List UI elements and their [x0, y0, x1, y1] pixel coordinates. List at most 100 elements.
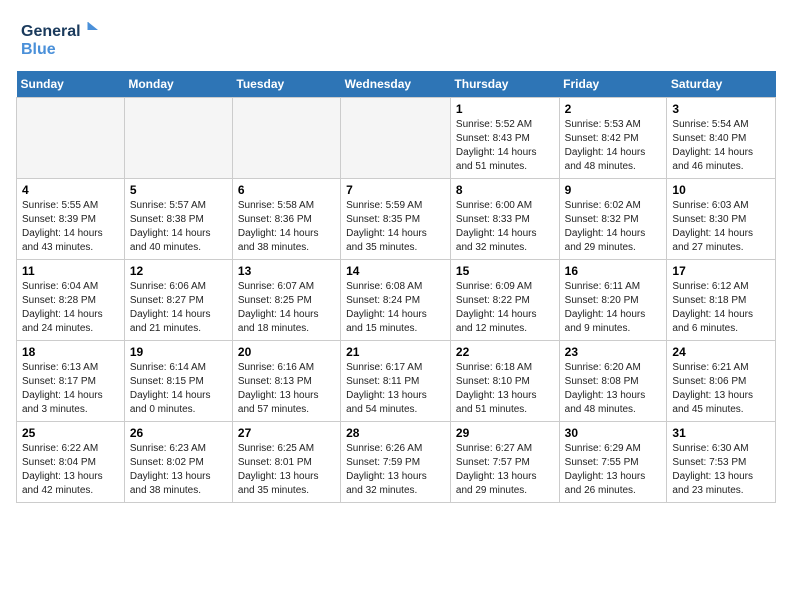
day-number: 29	[456, 426, 554, 440]
calendar-cell: 1Sunrise: 5:52 AM Sunset: 8:43 PM Daylig…	[450, 98, 559, 179]
logo: General Blue	[16, 16, 106, 61]
day-info: Sunrise: 6:23 AM Sunset: 8:02 PM Dayligh…	[130, 442, 227, 498]
day-info: Sunrise: 6:18 AM Sunset: 8:10 PM Dayligh…	[456, 361, 554, 417]
day-number: 24	[672, 345, 770, 359]
day-info: Sunrise: 6:04 AM Sunset: 8:28 PM Dayligh…	[22, 280, 119, 336]
calendar-cell	[124, 98, 232, 179]
day-number: 17	[672, 264, 770, 278]
day-number: 23	[565, 345, 662, 359]
week-row-4: 18 Sunrise: 6:13 AM Sunset: 8:17 PM Dayli…	[17, 341, 776, 422]
day-info: Sunrise: 6:00 AM Sunset: 8:33 PM Dayligh…	[456, 199, 554, 255]
calendar-cell: 25 Sunrise: 6:22 AM Sunset: 8:04 PM Dayli…	[17, 422, 125, 503]
day-info: Sunrise: 6:12 AM Sunset: 8:18 PM Dayligh…	[672, 280, 770, 336]
calendar-cell: 15 Sunrise: 6:09 AM Sunset: 8:22 PM Dayli…	[450, 260, 559, 341]
calendar-cell: 7 Sunrise: 5:59 AM Sunset: 8:35 PM Daylig…	[341, 179, 451, 260]
day-number: 10	[672, 183, 770, 197]
day-number: 30	[565, 426, 662, 440]
day-info: Sunrise: 6:22 AM Sunset: 8:04 PM Dayligh…	[22, 442, 119, 498]
day-info: Sunrise: 5:53 AM Sunset: 8:42 PM Dayligh…	[565, 118, 662, 174]
calendar-cell: 28 Sunrise: 6:26 AM Sunset: 7:59 PM Dayli…	[341, 422, 451, 503]
calendar-cell: 6 Sunrise: 5:58 AM Sunset: 8:36 PM Daylig…	[232, 179, 340, 260]
day-number: 28	[346, 426, 445, 440]
header-cell-tuesday: Tuesday	[232, 71, 340, 98]
calendar-cell: 21 Sunrise: 6:17 AM Sunset: 8:11 PM Dayli…	[341, 341, 451, 422]
day-number: 20	[238, 345, 335, 359]
day-info: Sunrise: 6:11 AM Sunset: 8:20 PM Dayligh…	[565, 280, 662, 336]
header-cell-friday: Friday	[559, 71, 667, 98]
calendar-cell: 30 Sunrise: 6:29 AM Sunset: 7:55 PM Dayli…	[559, 422, 667, 503]
header-cell-wednesday: Wednesday	[341, 71, 451, 98]
calendar-cell: 29 Sunrise: 6:27 AM Sunset: 7:57 PM Dayli…	[450, 422, 559, 503]
day-info: Sunrise: 6:09 AM Sunset: 8:22 PM Dayligh…	[456, 280, 554, 336]
calendar-cell: 14Sunrise: 6:08 AM Sunset: 8:24 PM Dayli…	[341, 260, 451, 341]
day-number: 16	[565, 264, 662, 278]
day-info: Sunrise: 5:55 AM Sunset: 8:39 PM Dayligh…	[22, 199, 119, 255]
header-cell-sunday: Sunday	[17, 71, 125, 98]
calendar-cell: 8 Sunrise: 6:00 AM Sunset: 8:33 PM Daylig…	[450, 179, 559, 260]
day-info: Sunrise: 5:54 AM Sunset: 8:40 PM Dayligh…	[672, 118, 770, 174]
day-number: 19	[130, 345, 227, 359]
calendar-cell	[232, 98, 340, 179]
day-info: Sunrise: 6:17 AM Sunset: 8:11 PM Dayligh…	[346, 361, 445, 417]
calendar-cell: 19 Sunrise: 6:14 AM Sunset: 8:15 PM Dayli…	[124, 341, 232, 422]
svg-text:Blue: Blue	[21, 41, 56, 58]
day-number: 3	[672, 102, 770, 116]
calendar-cell: 22 Sunrise: 6:18 AM Sunset: 8:10 PM Dayli…	[450, 341, 559, 422]
day-number: 4	[22, 183, 119, 197]
calendar-cell: 12Sunrise: 6:06 AM Sunset: 8:27 PM Dayli…	[124, 260, 232, 341]
calendar-cell	[341, 98, 451, 179]
calendar-cell: 9 Sunrise: 6:02 AM Sunset: 8:32 PM Daylig…	[559, 179, 667, 260]
day-info: Sunrise: 6:02 AM Sunset: 8:32 PM Dayligh…	[565, 199, 662, 255]
header-cell-saturday: Saturday	[667, 71, 776, 98]
week-row-3: 11Sunrise: 6:04 AM Sunset: 8:28 PM Dayli…	[17, 260, 776, 341]
calendar-cell: 18 Sunrise: 6:13 AM Sunset: 8:17 PM Dayli…	[17, 341, 125, 422]
day-number: 27	[238, 426, 335, 440]
day-info: Sunrise: 6:25 AM Sunset: 8:01 PM Dayligh…	[238, 442, 335, 498]
day-number: 7	[346, 183, 445, 197]
day-info: Sunrise: 5:52 AM Sunset: 8:43 PM Dayligh…	[456, 118, 554, 174]
day-number: 15	[456, 264, 554, 278]
day-number: 6	[238, 183, 335, 197]
day-number: 18	[22, 345, 119, 359]
page-header: General Blue	[16, 16, 776, 61]
header-cell-monday: Monday	[124, 71, 232, 98]
day-info: Sunrise: 6:14 AM Sunset: 8:15 PM Dayligh…	[130, 361, 227, 417]
day-info: Sunrise: 6:06 AM Sunset: 8:27 PM Dayligh…	[130, 280, 227, 336]
day-info: Sunrise: 6:07 AM Sunset: 8:25 PM Dayligh…	[238, 280, 335, 336]
day-number: 14	[346, 264, 445, 278]
day-info: Sunrise: 5:57 AM Sunset: 8:38 PM Dayligh…	[130, 199, 227, 255]
day-number: 25	[22, 426, 119, 440]
day-info: Sunrise: 6:29 AM Sunset: 7:55 PM Dayligh…	[565, 442, 662, 498]
day-info: Sunrise: 6:30 AM Sunset: 7:53 PM Dayligh…	[672, 442, 770, 498]
day-info: Sunrise: 6:21 AM Sunset: 8:06 PM Dayligh…	[672, 361, 770, 417]
day-number: 13	[238, 264, 335, 278]
calendar-cell: 17 Sunrise: 6:12 AM Sunset: 8:18 PM Dayli…	[667, 260, 776, 341]
day-number: 5	[130, 183, 227, 197]
calendar-cell: 31Sunrise: 6:30 AM Sunset: 7:53 PM Dayli…	[667, 422, 776, 503]
day-info: Sunrise: 6:16 AM Sunset: 8:13 PM Dayligh…	[238, 361, 335, 417]
calendar-cell: 13 Sunrise: 6:07 AM Sunset: 8:25 PM Dayli…	[232, 260, 340, 341]
week-row-5: 25 Sunrise: 6:22 AM Sunset: 8:04 PM Dayli…	[17, 422, 776, 503]
day-number: 9	[565, 183, 662, 197]
calendar-cell: 3 Sunrise: 5:54 AM Sunset: 8:40 PM Daylig…	[667, 98, 776, 179]
day-number: 22	[456, 345, 554, 359]
day-number: 21	[346, 345, 445, 359]
day-info: Sunrise: 5:58 AM Sunset: 8:36 PM Dayligh…	[238, 199, 335, 255]
logo-svg: General Blue	[16, 16, 106, 61]
calendar-table: SundayMondayTuesdayWednesdayThursdayFrid…	[16, 71, 776, 503]
day-number: 8	[456, 183, 554, 197]
calendar-cell: 16 Sunrise: 6:11 AM Sunset: 8:20 PM Dayli…	[559, 260, 667, 341]
day-info: Sunrise: 6:13 AM Sunset: 8:17 PM Dayligh…	[22, 361, 119, 417]
calendar-cell: 2Sunrise: 5:53 AM Sunset: 8:42 PM Daylig…	[559, 98, 667, 179]
day-info: Sunrise: 6:27 AM Sunset: 7:57 PM Dayligh…	[456, 442, 554, 498]
svg-text:General: General	[21, 23, 81, 40]
calendar-cell: 4 Sunrise: 5:55 AM Sunset: 8:39 PM Daylig…	[17, 179, 125, 260]
week-row-1: 1Sunrise: 5:52 AM Sunset: 8:43 PM Daylig…	[17, 98, 776, 179]
calendar-cell: 10Sunrise: 6:03 AM Sunset: 8:30 PM Dayli…	[667, 179, 776, 260]
calendar-cell: 23Sunrise: 6:20 AM Sunset: 8:08 PM Dayli…	[559, 341, 667, 422]
header-row: SundayMondayTuesdayWednesdayThursdayFrid…	[17, 71, 776, 98]
day-info: Sunrise: 6:26 AM Sunset: 7:59 PM Dayligh…	[346, 442, 445, 498]
day-info: Sunrise: 5:59 AM Sunset: 8:35 PM Dayligh…	[346, 199, 445, 255]
calendar-cell: 5 Sunrise: 5:57 AM Sunset: 8:38 PM Daylig…	[124, 179, 232, 260]
calendar-cell: 24 Sunrise: 6:21 AM Sunset: 8:06 PM Dayli…	[667, 341, 776, 422]
